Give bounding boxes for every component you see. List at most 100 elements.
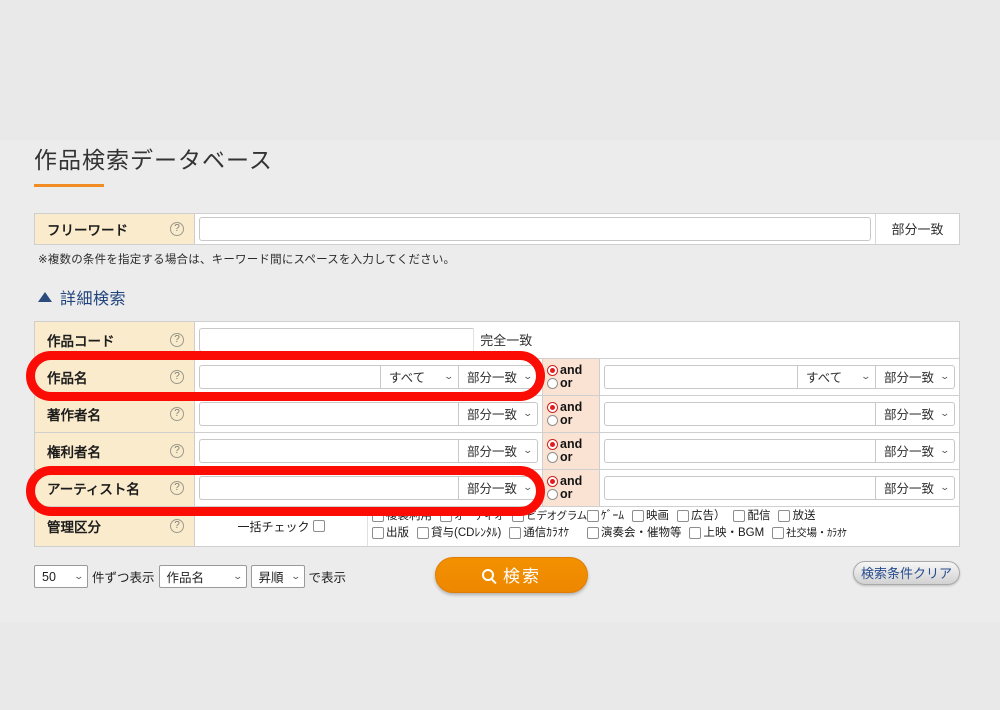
kubun-right-row1: ｹﾞｰﾑ 映画 広告） 配信 放送 — [586, 509, 959, 523]
question-mark-icon[interactable]: ? — [170, 406, 184, 421]
radio-unselected-icon — [547, 378, 558, 389]
rightsholder-name-and-label: and — [560, 436, 583, 451]
work-code-input[interactable] — [199, 327, 474, 352]
sort-key-select[interactable]: 作品名 ⌄ — [158, 565, 247, 589]
kubun-label-cell: 管理区分 ? — [35, 506, 195, 546]
question-mark-icon[interactable]: ? — [170, 519, 184, 534]
kubun-checkbox-item[interactable]: オーディオ — [440, 509, 505, 523]
table-row: アーティスト名 ? 部分一致 ⌄ and or 部分一致 ⌄ — [35, 469, 959, 507]
kubun-checkbox-item[interactable]: 演奏会・催物等 — [586, 526, 681, 540]
chevron-down-icon: ⌄ — [522, 445, 534, 456]
artist-name-match-value: 部分一致 — [467, 482, 518, 497]
author-name-match-select[interactable]: 部分一致 ⌄ — [458, 401, 538, 426]
kubun-checkbox-item[interactable]: ビデオグラム — [512, 509, 587, 523]
checkbox-icon[interactable] — [676, 509, 689, 522]
artist-name-or-radio[interactable]: or — [547, 488, 599, 501]
clear-conditions-button[interactable]: 検索条件クリア — [853, 560, 960, 585]
checkbox-icon[interactable] — [440, 509, 452, 522]
checkbox-icon[interactable] — [586, 526, 599, 539]
kubun-item-label: 通信ｶﾗｵｹ — [523, 526, 570, 539]
work-name-or-radio[interactable]: or — [547, 377, 599, 390]
checkbox-icon[interactable] — [689, 526, 702, 539]
artist-name-input-2[interactable] — [604, 475, 875, 500]
kubun-checkbox-item[interactable]: 広告） — [676, 509, 726, 523]
row-primary-cell: すべて ⌄ 部分一致 ⌄ — [195, 359, 542, 395]
checkbox-icon[interactable] — [733, 509, 746, 522]
kubun-checkbox-item[interactable]: 社交場・ｶﾗｵｹ — [772, 526, 847, 540]
artist-name-match-select[interactable]: 部分一致 ⌄ — [458, 475, 538, 500]
rightsholder-name-or-radio[interactable]: or — [547, 451, 599, 464]
kubun-checkbox-item[interactable]: 通信ｶﾗｵｹ — [509, 526, 569, 540]
artist-name-match-select-2[interactable]: 部分一致 ⌄ — [875, 475, 955, 500]
question-mark-icon[interactable]: ? — [170, 443, 184, 458]
chevron-down-icon: ⌄ — [522, 482, 534, 493]
checkbox-icon[interactable] — [586, 509, 599, 522]
rightsholder-name-match-value: 部分一致 — [467, 445, 518, 460]
chevron-down-icon: ⌄ — [522, 371, 534, 382]
work-name-match-select[interactable]: 部分一致 ⌄ — [458, 364, 538, 389]
question-mark-icon[interactable]: ? — [170, 332, 184, 347]
rightsholder-name-input-2[interactable] — [604, 438, 875, 463]
kubun-checkbox-item[interactable]: 複製利用 — [372, 509, 432, 523]
kubun-item-label: 広告） — [690, 509, 726, 522]
radio-selected-icon — [547, 401, 558, 413]
checkbox-icon[interactable] — [509, 526, 522, 539]
work-name-match-select-2[interactable]: 部分一致 ⌄ — [875, 364, 955, 389]
author-name-input-2[interactable] — [604, 401, 875, 426]
checkbox-icon[interactable] — [772, 526, 785, 539]
radio-unselected-icon — [547, 489, 558, 500]
checkbox-icon[interactable] — [372, 509, 384, 522]
checkbox-icon[interactable] — [631, 509, 644, 522]
per-page-value: 50 — [42, 569, 56, 584]
checkbox-icon[interactable] — [312, 520, 325, 533]
work-name-scope-select[interactable]: すべて ⌄ — [380, 364, 458, 389]
kubun-checkbox-item[interactable]: 配信 — [733, 509, 770, 523]
work-name-input-2[interactable] — [604, 364, 797, 389]
author-name-match-select-2[interactable]: 部分一致 ⌄ — [875, 401, 955, 426]
author-name-input[interactable] — [199, 401, 458, 426]
per-page-select[interactable]: 50 ⌄ — [34, 565, 88, 589]
row-primary-cell: 部分一致 ⌄ — [195, 470, 542, 506]
kubun-group-right: ｹﾞｰﾑ 映画 広告） 配信 放送 演奏会・催物等 上映・BGM 社交場・ｶﾗｵ… — [586, 509, 959, 544]
kubun-checkbox-item[interactable]: 上映・BGM — [689, 526, 764, 540]
sort-direction-select[interactable]: 昇順 ⌄ — [250, 565, 305, 589]
kubun-checkbox-item[interactable]: ｹﾞｰﾑ — [586, 509, 624, 523]
detail-search-toggle[interactable]: 詳細検索 — [38, 285, 964, 309]
question-mark-icon[interactable]: ? — [170, 480, 184, 495]
work-name-scope-select-2[interactable]: すべて ⌄ — [797, 364, 875, 389]
checkbox-icon[interactable] — [372, 526, 384, 539]
artist-name-input[interactable] — [199, 475, 458, 500]
kubun-checkbox-item[interactable]: 映画 — [631, 509, 669, 523]
rightsholder-name-match-select-2[interactable]: 部分一致 ⌄ — [875, 438, 955, 463]
author-name-and-radio[interactable]: and — [547, 401, 599, 414]
kubun-item-label: 配信 — [747, 509, 771, 522]
checkbox-icon[interactable] — [778, 509, 791, 522]
author-name-or-radio[interactable]: or — [547, 414, 599, 427]
chevron-down-icon: ⌄ — [939, 482, 951, 493]
table-row: 作品コード ? 完全一致 — [35, 321, 959, 359]
freeword-input[interactable] — [199, 216, 871, 241]
question-mark-icon[interactable]: ? — [170, 369, 184, 384]
table-row: 管理区分 ? 一括チェック 複製利用 オーディオ ビデオグラム 出版 貸与(CD… — [35, 506, 959, 547]
work-name-input[interactable] — [199, 364, 380, 389]
kubun-check-all[interactable]: 一括チェック — [195, 506, 368, 546]
sort-key-value: 作品名 — [166, 571, 205, 586]
triangle-up-icon — [38, 291, 52, 302]
checkbox-icon[interactable] — [417, 526, 429, 539]
rightsholder-name-and-radio[interactable]: and — [547, 438, 599, 451]
question-mark-icon[interactable]: ? — [170, 221, 184, 236]
rightsholder-name-input[interactable] — [199, 438, 458, 463]
checkbox-icon[interactable] — [512, 509, 525, 522]
artist-name-and-radio[interactable]: and — [547, 475, 599, 488]
work-name-and-radio[interactable]: and — [547, 364, 599, 377]
kubun-checkbox-item[interactable]: 貸与(CDﾚﾝﾀﾙ) — [417, 526, 501, 540]
detail-search-grid: 作品コード ? 完全一致 作品名 ? すべて ⌄ 部分一致 ⌄ and or す… — [34, 320, 960, 547]
rightsholder-name-match-select[interactable]: 部分一致 ⌄ — [458, 438, 538, 463]
row-secondary-cell: すべて ⌄ 部分一致 ⌄ — [600, 359, 959, 395]
author-name-match-value: 部分一致 — [467, 408, 518, 423]
kubun-checkbox-item[interactable]: 放送 — [778, 509, 815, 523]
author-name-andor-group: and or — [542, 395, 600, 432]
search-button[interactable]: 検索 — [435, 556, 588, 593]
kubun-checkbox-item[interactable]: 出版 — [372, 526, 409, 540]
chevron-down-icon: ⌄ — [939, 408, 951, 419]
